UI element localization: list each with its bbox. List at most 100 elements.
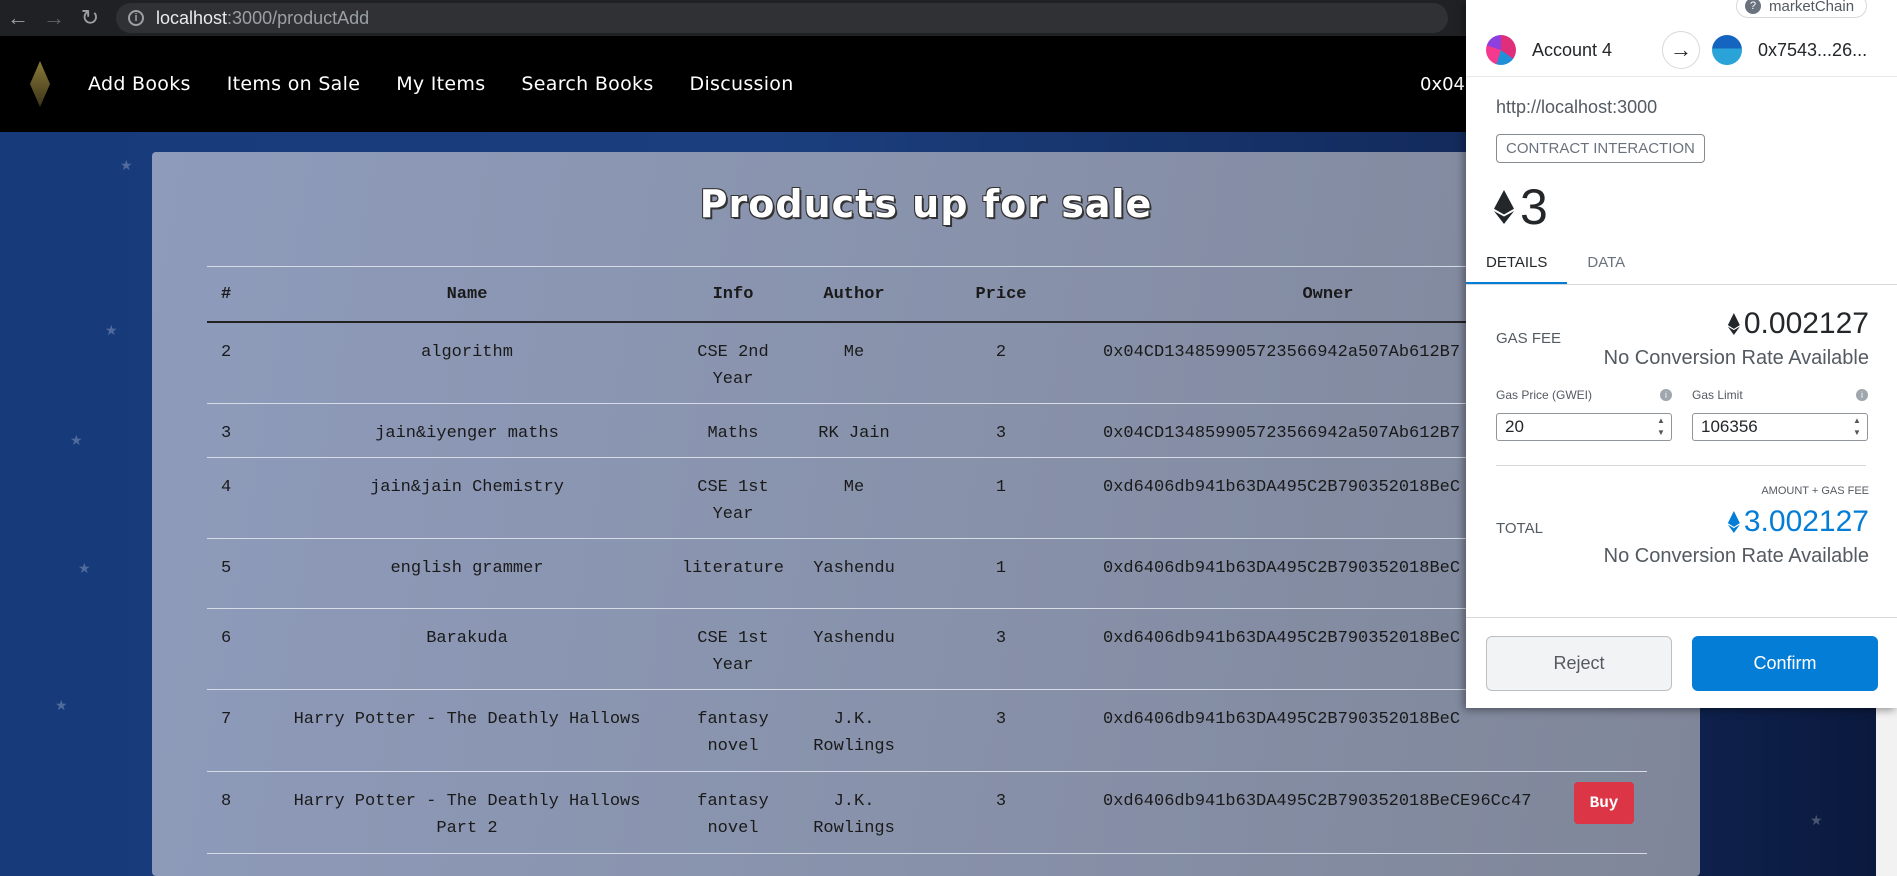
star-icon: ★	[1810, 812, 1823, 828]
cell-price: 3	[907, 403, 1095, 458]
star-icon: ★	[105, 322, 118, 338]
from-account-avatar	[1486, 35, 1516, 65]
site-info-icon[interactable]: i	[128, 10, 144, 26]
nav-link-discussion[interactable]: Discussion	[690, 73, 794, 95]
cell-price: 1	[907, 538, 1095, 609]
gas-fee-value: 0.002127	[1727, 307, 1869, 341]
total-amount: 3.002127	[1743, 505, 1869, 538]
url-path: :3000/productAdd	[227, 7, 370, 28]
star-icon: ★	[55, 697, 68, 713]
site-logo-icon[interactable]	[30, 61, 50, 107]
table-header-row: # Name Info Author Price Owner	[207, 266, 1647, 323]
info-icon[interactable]: i	[1856, 389, 1868, 401]
cell-price: 3	[907, 689, 1095, 772]
reload-icon[interactable]: ↻	[72, 0, 108, 36]
transaction-type-badge: CONTRACT INTERACTION	[1496, 134, 1705, 163]
back-arrow-icon[interactable]: ←	[0, 0, 36, 36]
nav-link-add-books[interactable]: Add Books	[88, 73, 191, 95]
to-address[interactable]: 0x7543...26...	[1758, 40, 1867, 61]
address-bar[interactable]: i localhost:3000/productAdd	[116, 3, 1448, 33]
url-host: localhost	[156, 7, 228, 28]
cell-name: Harry Potter - The Deathly Hallows Part …	[269, 771, 665, 854]
section-divider	[1496, 465, 1866, 466]
ethereum-icon	[1727, 313, 1740, 335]
gas-price-input[interactable]: 20 ▲ ▼	[1496, 413, 1672, 441]
gas-fee-amount: 0.002127	[1743, 307, 1869, 340]
info-icon[interactable]: i	[1660, 389, 1672, 401]
cell-info: CSE 2nd Year	[665, 322, 801, 404]
cell-name: english grammer	[269, 538, 665, 609]
cell-name: jain&jain Chemistry	[269, 457, 665, 539]
gas-limit-value: 106356	[1701, 417, 1758, 436]
cell-price: 2	[907, 322, 1095, 404]
nav-link-items-on-sale[interactable]: Items on Sale	[227, 73, 360, 95]
total-conversion: No Conversion Rate Available	[1603, 545, 1869, 567]
cell-author: J.K. Rowlings	[801, 771, 907, 854]
cell-price: 3	[907, 771, 1095, 854]
gas-price-stepper[interactable]: ▲ ▼	[1655, 416, 1667, 438]
popup-footer: Reject Confirm	[1466, 617, 1897, 709]
table-row: 5 english grammer literature Yashendu 1 …	[207, 538, 1647, 609]
column-header-info: Info	[665, 266, 801, 323]
network-name: marketChain	[1769, 0, 1855, 15]
cell-number: 4	[207, 457, 269, 539]
column-header-price: Price	[907, 266, 1095, 323]
gas-price-label: Gas Price (GWEI)	[1496, 388, 1593, 402]
cell-author: Me	[801, 322, 907, 404]
details-panel: GAS FEE 0.002127 No Conversion Rate Avai…	[1466, 285, 1897, 615]
column-header-name: Name	[269, 266, 665, 323]
total-label: TOTAL	[1496, 520, 1543, 537]
star-icon: ★	[78, 560, 91, 576]
cell-author: Yashendu	[801, 538, 907, 609]
table-row: 4 jain&jain Chemistry CSE 1st Year Me 1 …	[207, 457, 1647, 539]
gas-limit-input[interactable]: 106356 ▲ ▼	[1692, 413, 1868, 441]
cell-author: RK Jain	[801, 403, 907, 458]
star-icon: ★	[120, 157, 133, 173]
cell-action: Buy	[1561, 771, 1647, 854]
cell-owner: 0xd6406db941b63DA495C2B790352018BeCE96Cc…	[1095, 771, 1561, 854]
cell-name: jain&iyenger maths	[269, 403, 665, 458]
column-header-number: #	[207, 266, 269, 323]
cell-number: 5	[207, 538, 269, 609]
ethereum-icon	[1727, 511, 1740, 533]
cell-number: 7	[207, 689, 269, 772]
gas-limit-label: Gas Limit	[1692, 388, 1743, 402]
table-row: 8 Harry Potter - The Deathly Hallows Par…	[207, 771, 1647, 854]
amount-value: 3	[1520, 179, 1548, 235]
table-row: 3 jain&iyenger maths Maths RK Jain 3 0x0…	[207, 403, 1647, 458]
table-row: 6 Barakuda CSE 1st Year Yashendu 3 0xd64…	[207, 608, 1647, 690]
reject-button[interactable]: Reject	[1486, 636, 1672, 691]
forward-arrow-icon[interactable]: →	[36, 0, 72, 36]
tab-data[interactable]: DATA	[1567, 246, 1645, 284]
star-icon: ★	[70, 432, 83, 448]
from-account-name[interactable]: Account 4	[1532, 40, 1662, 61]
cell-name: algorithm	[269, 322, 665, 404]
account-header: Account 4 → 0x7543...26...	[1466, 24, 1897, 77]
cell-number: 6	[207, 608, 269, 690]
nav-link-my-items[interactable]: My Items	[396, 73, 485, 95]
nav-link-search-books[interactable]: Search Books	[521, 73, 653, 95]
tab-details[interactable]: DETAILS	[1466, 246, 1568, 284]
cell-author: Yashendu	[801, 608, 907, 690]
gas-limit-stepper[interactable]: ▲ ▼	[1851, 416, 1863, 438]
confirm-button[interactable]: Confirm	[1692, 636, 1878, 691]
request-origin: http://localhost:3000	[1496, 97, 1658, 117]
cell-info: literature	[665, 538, 801, 609]
cell-number: 2	[207, 322, 269, 404]
cell-info: CSE 1st Year	[665, 608, 801, 690]
buy-button[interactable]: Buy	[1574, 782, 1634, 824]
network-status-icon: ?	[1745, 0, 1761, 14]
cell-name: Barakuda	[269, 608, 665, 690]
transaction-amount: 3	[1494, 178, 1548, 236]
gas-fee-label: GAS FEE	[1496, 330, 1562, 347]
cell-author: Me	[801, 457, 907, 539]
arrow-right-icon: →	[1662, 31, 1700, 69]
cell-info: CSE 1st Year	[665, 457, 801, 539]
gas-price-value: 20	[1505, 417, 1524, 436]
table-row: 2 algorithm CSE 2nd Year Me 2 0x04CD1348…	[207, 322, 1647, 404]
total-value: 3.002127	[1727, 505, 1869, 539]
amount-plus-gas-label: AMOUNT + GAS FEE	[1761, 485, 1869, 497]
network-selector[interactable]: ? marketChain	[1736, 0, 1868, 18]
details-tabs: DETAILS DATA	[1466, 246, 1897, 285]
cell-number: 3	[207, 403, 269, 458]
